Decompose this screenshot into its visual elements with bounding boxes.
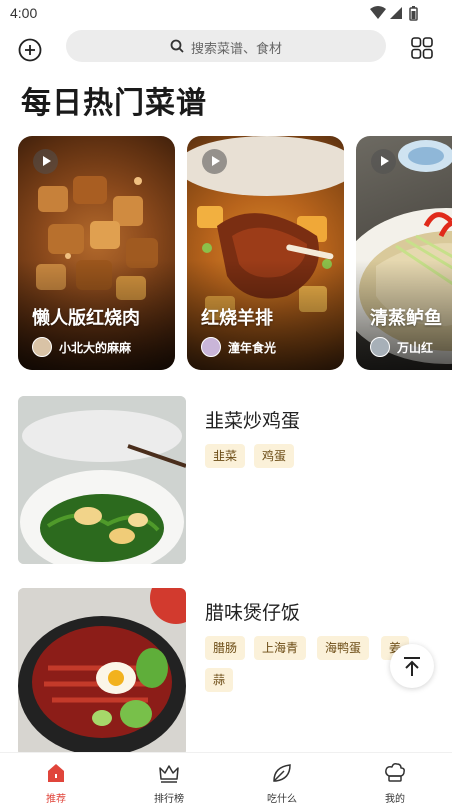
ingredient-tag[interactable]: 蒜: [205, 668, 234, 692]
author-name: 潼年食光: [228, 340, 277, 355]
back-to-top-button[interactable]: [390, 644, 434, 688]
home-icon: [48, 764, 64, 782]
crown-icon: [159, 765, 179, 783]
card-author: 潼年食光: [201, 336, 276, 358]
nav-label: 吃什么: [267, 794, 297, 804]
recipe-image: [18, 588, 186, 756]
search-icon: [170, 39, 184, 53]
leaf-icon: [273, 764, 291, 782]
nav-label: 我的: [385, 794, 405, 804]
add-icon[interactable]: [18, 38, 42, 62]
leek-egg-illustration: [18, 396, 186, 564]
bottom-nav: 推荐 排行榜 吃什么 我的: [0, 752, 452, 804]
status-bar: 4:00: [0, 0, 452, 26]
nav-label: 排行榜: [154, 794, 184, 804]
avatar: [370, 337, 390, 357]
wifi-icon: [370, 6, 386, 19]
avatar: [201, 337, 221, 357]
ingredient-tag[interactable]: 上海青: [254, 636, 307, 660]
grid-menu-icon[interactable]: [410, 36, 434, 60]
ingredient-tag[interactable]: 韭菜: [205, 444, 246, 468]
signal-icon: [390, 7, 402, 19]
ingredient-tag[interactable]: 鸡蛋: [254, 444, 295, 468]
recipe-name: 腊味煲仔饭: [205, 602, 301, 624]
card-title: 红烧羊排: [201, 308, 273, 329]
avatar: [32, 337, 52, 357]
play-icon: [202, 149, 227, 174]
arrow-up-icon: [404, 657, 420, 676]
card-title: 懒人版红烧肉: [32, 308, 140, 329]
chef-hat-icon: [385, 763, 405, 782]
author-name: 万山红: [397, 340, 434, 355]
recipe-name: 韭菜炒鸡蛋: [205, 410, 301, 432]
top-bar: 搜索菜谱、食材: [0, 26, 452, 68]
card-author: 小北大的麻麻: [32, 336, 131, 358]
featured-card[interactable]: 红烧羊排 潼年食光: [187, 136, 344, 370]
play-icon: [33, 149, 58, 174]
status-icons: [370, 6, 418, 21]
nav-label: 推荐: [46, 794, 66, 804]
search-input[interactable]: 搜索菜谱、食材: [66, 30, 386, 62]
nav-item-ranking[interactable]: 排行榜: [129, 753, 209, 804]
ingredient-tag[interactable]: 海鸭蛋: [317, 636, 370, 660]
recipe-list-item[interactable]: 腊味煲仔饭 腊肠 上海青 海鸭蛋 姜 蒜: [0, 588, 452, 758]
featured-carousel[interactable]: 懒人版红烧肉 小北大的麻麻 红烧羊排 潼年食光 清蒸鲈鱼 万山红: [0, 136, 452, 372]
clay-pot-rice-illustration: [18, 588, 186, 756]
nav-item-recommend[interactable]: 推荐: [16, 753, 96, 804]
featured-card[interactable]: 清蒸鲈鱼 万山红: [356, 136, 452, 370]
page-title: 每日热门菜谱: [21, 86, 207, 121]
recipe-list-item[interactable]: 韭菜炒鸡蛋 韭菜 鸡蛋: [0, 396, 452, 566]
battery-icon: [409, 6, 418, 21]
nav-item-what-to-eat[interactable]: 吃什么: [242, 753, 322, 804]
status-time: 4:00: [10, 5, 38, 21]
nav-item-profile[interactable]: 我的: [355, 753, 435, 804]
recipe-image: [18, 396, 186, 564]
featured-card[interactable]: 懒人版红烧肉 小北大的麻麻: [18, 136, 175, 370]
search-placeholder: 搜索菜谱、食材: [191, 42, 283, 57]
play-icon: [371, 149, 396, 174]
card-title: 清蒸鲈鱼: [370, 308, 442, 329]
author-name: 小北大的麻麻: [59, 340, 132, 355]
card-author: 万山红: [370, 336, 433, 358]
ingredient-tag[interactable]: 腊肠: [205, 636, 246, 660]
